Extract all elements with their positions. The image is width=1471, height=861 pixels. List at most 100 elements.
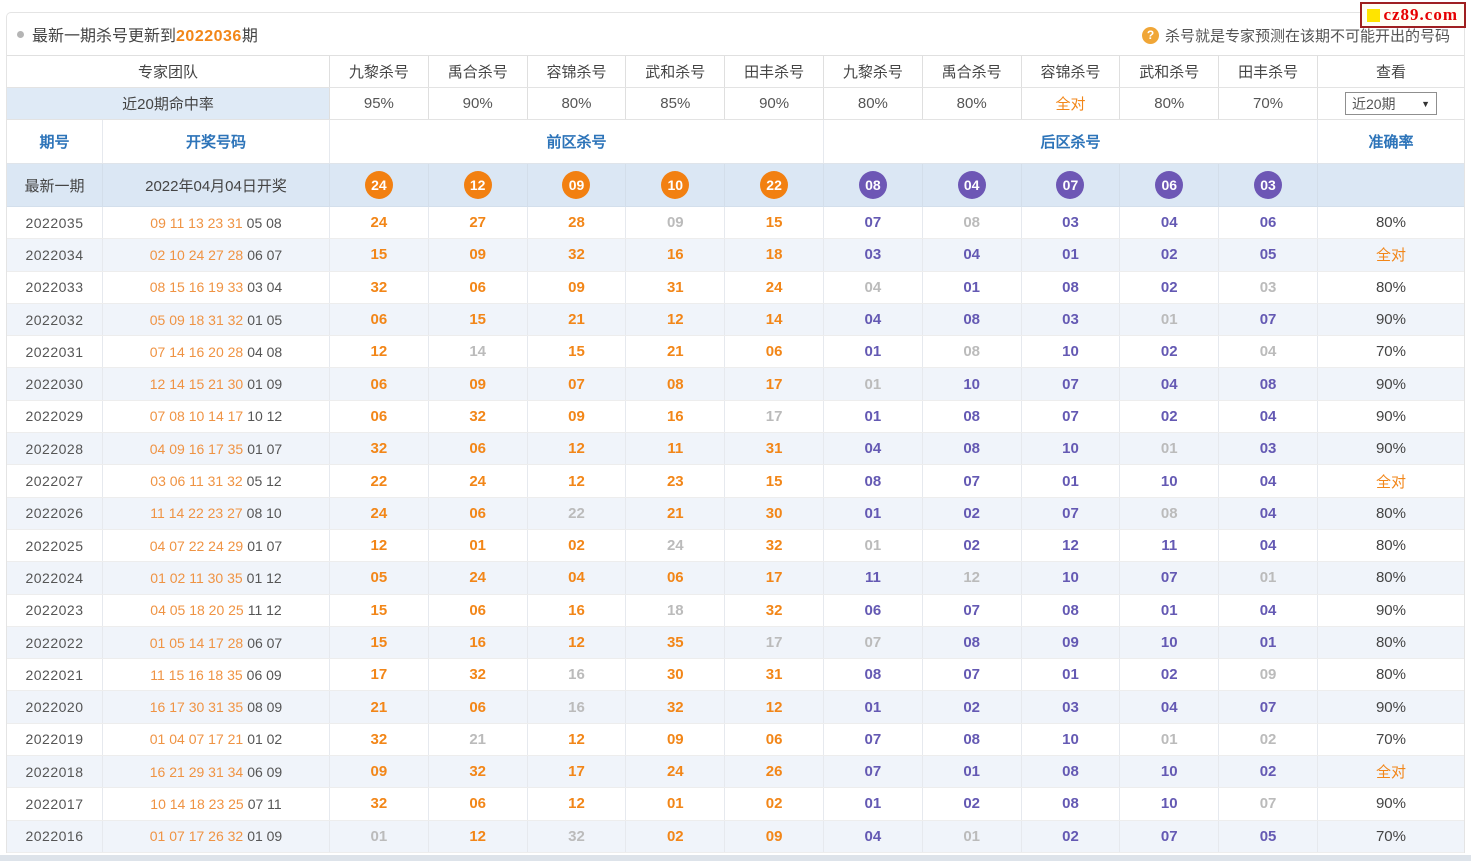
issue-cell: 2022024 [25, 569, 84, 586]
kill-number-cell: 32 [427, 400, 527, 433]
kill-number-cell: 14 [724, 303, 823, 336]
draw-back-numbers: 06 09 [247, 763, 283, 780]
kill-number-cell: 10 [1020, 723, 1120, 756]
kill-number-cell: 12 [526, 465, 626, 497]
draw-front-numbers: 01 02 11 30 35 [150, 569, 243, 586]
kill-number-cell: 21 [625, 336, 724, 368]
kill-number-cell: 24 [427, 562, 527, 594]
draw-back-numbers: 01 09 [247, 376, 283, 393]
expert-column-header: 容锦杀号 [1020, 56, 1120, 87]
kill-number-cell: 06 [822, 594, 922, 626]
kill-number-cell: 01 [1020, 465, 1120, 497]
kill-number-cell: 07 [1020, 400, 1120, 433]
period-dropdown[interactable]: 近20期 ▼ [1344, 92, 1437, 115]
draw-numbers-cell: 11 14 22 23 27 08 10 [102, 497, 329, 529]
kill-number-cell: 01 [822, 691, 922, 723]
kill-number-cell: 01 [1119, 303, 1218, 336]
kill-number-cell: 08 [625, 368, 724, 400]
kill-number-cell: 08 [921, 303, 1021, 336]
draw-numbers-cell: 01 04 07 17 21 01 02 [102, 723, 329, 756]
kill-number-cell: 07 [822, 626, 922, 659]
table-row: 2022024 01 02 11 30 35 01 12 05 24 04 06 17 11 12… [7, 562, 1464, 595]
kill-number-cell: 07 [921, 594, 1021, 626]
hit-rate-value: 80% [526, 88, 626, 119]
table-row: 2022020 16 17 30 31 35 08 09 21 06 16 32 12 01 02… [7, 691, 1464, 724]
page-title-prefix: 最新一期杀号更新到 [32, 28, 177, 45]
draw-numbers-cell: 03 06 11 31 32 05 12 [102, 465, 329, 497]
draw-numbers-cell: 11 15 16 18 35 06 09 [102, 659, 329, 691]
issue-cell: 2022035 [25, 214, 84, 231]
front-kill-ball: 24 [364, 171, 393, 199]
kill-number-cell: 02 [1119, 239, 1218, 271]
issue-cell: 2022028 [25, 440, 84, 457]
kill-number-cell: 09 [427, 368, 527, 400]
kill-number-cell: 01 [1119, 433, 1218, 465]
kill-number-cell: 11 [1119, 529, 1218, 562]
latest-ball-cell: 07 [1020, 164, 1120, 206]
kill-number-cell: 07 [921, 659, 1021, 691]
kill-number-cell: 10 [1020, 336, 1120, 368]
kill-number-cell: 06 [427, 271, 527, 303]
draw-numbers-cell: 10 14 18 23 25 07 11 [102, 788, 329, 820]
draw-front-numbers: 01 04 07 17 21 [149, 731, 244, 748]
hit-rate-value: 90% [724, 88, 823, 119]
latest-issue-number: 2022036 [176, 28, 242, 45]
draw-back-numbers: 10 12 [247, 408, 283, 425]
kill-number-cell: 15 [724, 465, 823, 497]
draw-front-numbers: 11 15 16 18 35 [150, 666, 243, 683]
kill-number-cell: 08 [921, 400, 1021, 433]
draw-back-numbers: 06 07 [247, 246, 283, 263]
accuracy-cell: 80% [1316, 497, 1464, 529]
kill-number-cell: 11 [822, 562, 922, 594]
back-kill-ball: 03 [1254, 171, 1283, 199]
kill-number-cell: 01 [822, 788, 922, 820]
kill-number-cell: 28 [526, 207, 626, 239]
table-row: 2022028 04 09 16 17 35 01 07 32 06 12 11 31 04 08… [7, 433, 1464, 466]
kill-number-cell: 16 [625, 400, 724, 433]
kill-number-cell: 02 [921, 788, 1021, 820]
kill-number-cell: 22 [329, 465, 428, 497]
kill-number-cell: 08 [1218, 368, 1317, 400]
hit-rate-row: 近20期命中率 95% 90% 80% 85% 90% 80% 80% 全对 80% 70% 近2… [7, 88, 1464, 120]
issue-cell: 2022027 [25, 473, 84, 490]
kill-number-cell: 30 [724, 497, 823, 529]
draw-front-numbers: 12 14 15 21 30 [149, 376, 244, 393]
accuracy-cell: 全对 [1316, 239, 1464, 271]
accuracy-cell: 80% [1316, 529, 1464, 562]
latest-ball-cell: 04 [921, 164, 1021, 206]
hit-rate-label: 近20期命中率 [7, 88, 329, 119]
draw-front-numbers: 16 17 30 31 35 [149, 699, 244, 716]
site-logo[interactable]: cz89.com [1360, 2, 1466, 28]
kill-number-cell: 16 [427, 626, 527, 659]
draw-numbers-cell: 07 14 16 20 28 04 08 [102, 336, 329, 368]
page-title-suffix: 期 [241, 28, 258, 45]
issue-cell: 2022030 [25, 376, 84, 393]
logo-square-icon [1367, 8, 1381, 22]
draw-front-numbers: 05 09 18 31 32 [149, 311, 244, 328]
kill-number-cell: 03 [1218, 433, 1317, 465]
latest-accuracy-cell [1316, 164, 1464, 206]
latest-ball-cell: 09 [526, 164, 626, 206]
kill-number-cell: 01 [625, 788, 724, 820]
kill-number-cell: 01 [427, 529, 527, 562]
kill-number-cell: 08 [1020, 594, 1120, 626]
main-panel: 最新一期杀号更新到2022036期 ? 杀号就是专家预测在该期不可能开出的号码 … [6, 2, 1466, 853]
kill-number-cell: 24 [329, 207, 428, 239]
draw-numbers-cell: 16 21 29 31 34 06 09 [102, 756, 329, 788]
latest-label: 最新一期 [24, 177, 85, 195]
kill-number-cell: 07 [1020, 497, 1120, 529]
kill-number-cell: 32 [329, 788, 428, 820]
kill-number-cell: 02 [1119, 400, 1218, 433]
kill-number-cell: 01 [921, 756, 1021, 788]
accuracy-cell: 70% [1316, 820, 1464, 852]
kill-number-cell: 04 [822, 433, 922, 465]
issue-column-header: 期号 [39, 134, 70, 151]
table-row: 2022027 03 06 11 31 32 05 12 22 24 12 23 15 08 07… [7, 465, 1464, 498]
draw-back-numbers: 08 09 [247, 699, 283, 716]
draw-front-numbers: 01 05 14 17 28 [149, 634, 244, 651]
latest-issue-row: 最新一期 2022年04月04日开奖 24 12 09 10 22 08 04 07 06 03 [7, 164, 1464, 207]
issue-cell: 2022023 [25, 602, 84, 619]
kill-number-cell: 01 [822, 529, 922, 562]
draw-back-numbers: 01 07 [247, 440, 283, 457]
kill-number-cell: 24 [625, 529, 724, 562]
